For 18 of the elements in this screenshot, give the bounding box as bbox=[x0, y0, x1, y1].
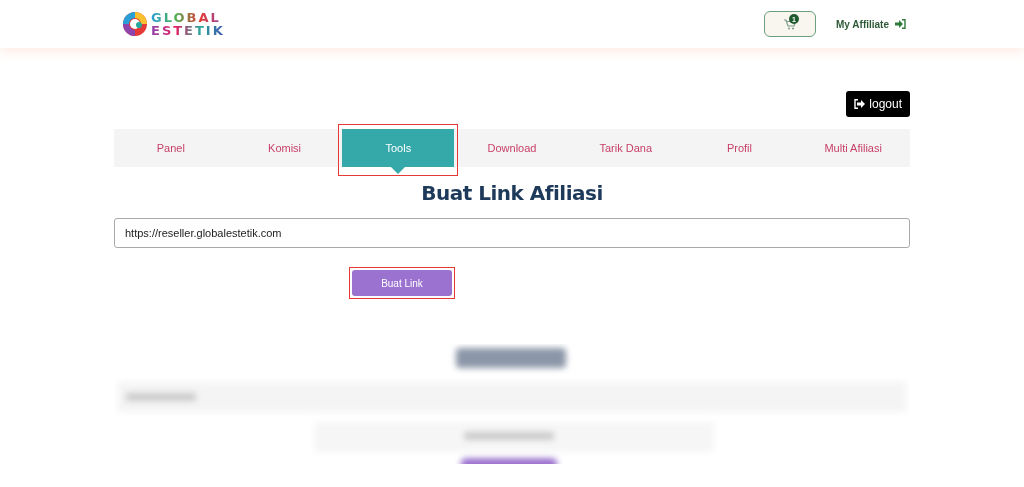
logo[interactable]: GLOBAL ESTETIK bbox=[122, 11, 225, 37]
url-input-field[interactable]: https://reseller.globalestetik.com bbox=[114, 218, 910, 248]
nav-tab[interactable]: Multi Afiliasi bbox=[796, 129, 911, 167]
pointer-icon bbox=[391, 167, 406, 174]
nav-tab[interactable]: Komisi bbox=[227, 129, 342, 167]
logout-button[interactable]: logout bbox=[846, 91, 910, 117]
create-link-button[interactable]: Buat Link bbox=[352, 270, 452, 296]
sign-out-icon bbox=[854, 99, 866, 109]
sign-in-icon bbox=[895, 19, 906, 29]
nav-tab[interactable]: Tarik Dana bbox=[568, 129, 683, 167]
nav-tab[interactable]: Tools bbox=[342, 129, 455, 167]
nav-tab[interactable]: Profil bbox=[682, 129, 797, 167]
nav-tab[interactable]: Download bbox=[455, 129, 569, 167]
logo-text: ESTETIK bbox=[151, 24, 225, 37]
section-title: Buat Link Afiliasi bbox=[420, 181, 604, 205]
nav-tab[interactable]: Panel bbox=[114, 129, 228, 167]
my-affiliate-link[interactable]: My Affiliate bbox=[836, 18, 906, 30]
swirl-logo-icon bbox=[122, 11, 148, 37]
